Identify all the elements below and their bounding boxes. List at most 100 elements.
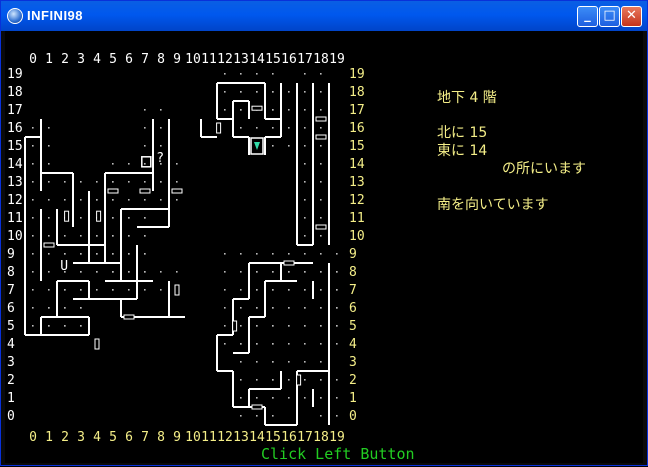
floor-dot [32,271,34,273]
floor-dot [80,199,82,201]
row-label-right: 13 [349,175,365,190]
floor-dot [96,199,98,201]
column-label-top: 8 [157,52,165,67]
unknown-mark: ? [156,151,164,166]
column-label-bottom: 13 [233,430,249,445]
floor-dot [272,343,274,345]
column-label-top: 4 [93,52,101,67]
floor-dot [128,271,130,273]
floor-dot [96,289,98,291]
floor-dot [112,253,114,255]
floor-dot [240,253,242,255]
column-label-top: 1 [45,52,53,67]
column-label-bottom: 15 [265,430,281,445]
floor-dot [112,181,114,183]
floor-dot [336,379,338,381]
floor-dot [160,145,162,147]
row-label-right: 3 [349,355,357,370]
floor-dot [304,181,306,183]
floor-dot [64,181,66,183]
floor-dot [288,109,290,111]
column-label-top: 0 [29,52,37,67]
row-label-right: 18 [349,85,365,100]
floor-dot [304,109,306,111]
row-label-right: 7 [349,283,357,298]
floor-dot [176,199,178,201]
column-label-bottom: 8 [157,430,165,445]
north-coordinate: 北に 15 [437,125,488,141]
floor-dot [256,271,258,273]
floor-dot [144,109,146,111]
dungeon-map[interactable]: 0011223344556677889910101111121213131414… [1,1,648,467]
location-text: の所にいます [502,161,586,177]
row-label-right: 4 [349,337,357,352]
floor-dot [320,271,322,273]
floor-dot [64,289,66,291]
floor-dot [144,271,146,273]
floor-dot [320,289,322,291]
floor-dot [320,73,322,75]
column-label-bottom: 7 [141,430,149,445]
floor-dot [224,253,226,255]
floor-dot [288,253,290,255]
floor-dot [272,73,274,75]
floor-dot [224,91,226,93]
floor-dot [240,325,242,327]
floor-dot [224,307,226,309]
column-label-bottom: 18 [313,430,329,445]
door [139,188,151,194]
row-label-left: 6 [7,301,15,316]
floor-dot [288,307,290,309]
column-label-bottom: 3 [77,430,85,445]
chest-mark [141,156,152,168]
column-label-top: 2 [61,52,69,67]
floor-dot [240,307,242,309]
floor-dot [32,127,34,129]
row-label-left: 7 [7,283,15,298]
floor-dot [224,73,226,75]
floor-dot [144,127,146,129]
floor-dot [32,163,34,165]
floor-dot [256,379,258,381]
column-label-bottom: 19 [329,430,345,445]
door [174,284,180,296]
row-label-left: 14 [7,157,23,172]
door [315,134,327,140]
floor-dot [304,271,306,273]
floor-dot [272,307,274,309]
column-label-bottom: 1 [45,430,53,445]
column-label-bottom: 9 [173,430,181,445]
floor-dot [320,127,322,129]
row-label-left: 8 [7,265,15,280]
column-label-bottom: 14 [249,430,265,445]
row-label-right: 19 [349,67,365,82]
floor-dot [48,253,50,255]
floor-dot [320,415,322,417]
door [216,122,222,134]
floor-dot [240,127,242,129]
floor-dot [32,253,34,255]
floor-dot [176,271,178,273]
floor-dot [288,271,290,273]
floor-dot [48,271,50,273]
floor-dot [304,397,306,399]
floor-dot [336,397,338,399]
floor-dot [304,91,306,93]
floor-dot [80,289,82,291]
app-window: INFINI98 _ □ ✕ 0 0 1 1 2 2 3 3 4 4 5 5 6 6 7 7 8 8 9 9 10 10 1… [0,0,648,466]
door [107,188,119,194]
floor-dot [48,127,50,129]
status-prompt[interactable]: Click Left Button [261,445,415,463]
floor-dot [288,379,290,381]
floor-dot [32,145,34,147]
column-label-top: 10 [185,52,201,67]
column-label-top: 11 [201,52,217,67]
floor-dot [240,73,242,75]
floor-dot [48,235,50,237]
floor-dot [304,325,306,327]
row-label-left: 13 [7,175,23,190]
floor-dot [80,325,82,327]
floor-dot [256,343,258,345]
player-marker [254,142,260,150]
floor-dot [288,343,290,345]
